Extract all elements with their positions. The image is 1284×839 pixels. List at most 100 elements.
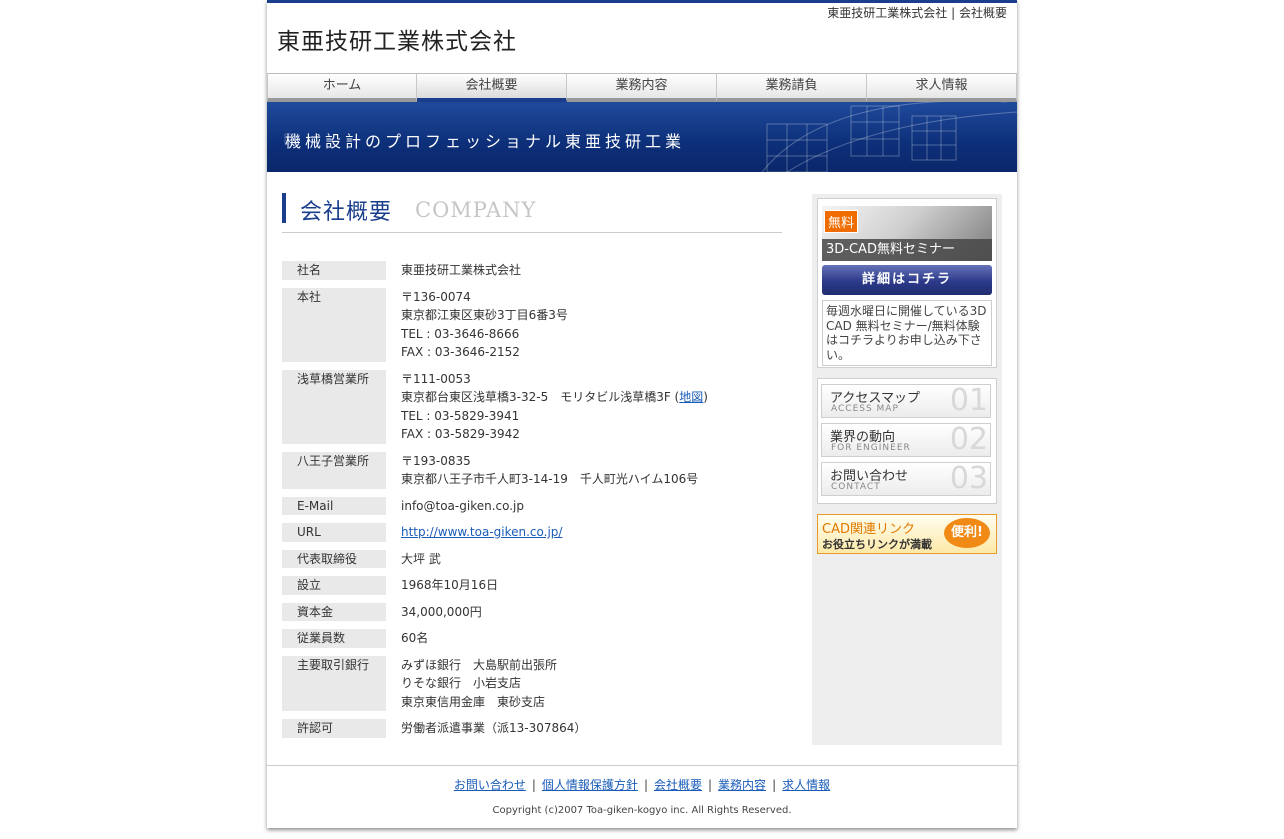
row-label: 資本金 [282, 602, 386, 621]
sidebar: 無料 3D-CAD無料セミナー 詳細はコチラ 毎週水曜日に開催している3D CA… [812, 194, 1002, 745]
row-value: みずほ銀行 大島駅前出張所 りそな銀行 小岩支店 東京東信用金庫 東砂支店 [386, 656, 782, 712]
menu-subtitle: CONTACT [831, 482, 881, 492]
footer-link-recruit[interactable]: 求人情報 [782, 778, 830, 792]
hq-zip: 〒136-0074 [401, 289, 471, 304]
top-link-company-name[interactable]: 東亜技研工業株式会社 [827, 6, 947, 20]
banner-tagline: 機械設計のプロフェッショナル東亜技研工業 [285, 132, 686, 151]
row-label: 本社 [282, 287, 386, 362]
asakusa-address: 東京都台東区浅草橋3-32-5 モリタビル浅草橋3F ( [401, 390, 680, 404]
hachioji-address: 東京都八王子市千人町3-14-19 千人町光ハイム106号 [401, 472, 699, 486]
hq-fax: FAX : 03-3646-2152 [401, 345, 520, 359]
nav-company[interactable]: 会社概要 [417, 73, 567, 102]
row-value: http://www.toa-giken.co.jp/ [386, 523, 782, 542]
top-links: 東亜技研工業株式会社 | 会社概要 [827, 4, 1007, 21]
row-value: 60名 [401, 631, 429, 645]
table-row: 社名 東亜技研工業株式会社 [282, 261, 782, 280]
footer-links: お問い合わせ | 個人情報保護方針 | 会社概要 | 業務内容 | 求人情報 [267, 776, 1017, 793]
table-row: E-Mail info@toa-giken.co.jp [282, 496, 782, 515]
menu-subtitle: ACCESS MAP [831, 404, 899, 414]
menu-subtitle: FOR ENGINEER [831, 443, 911, 453]
asakusa-zip: 〒111-0053 [401, 371, 471, 386]
page-container: 東亜技研工業株式会社 東亜技研工業株式会社 | 会社概要 ホーム 会社概要 業務… [267, 0, 1017, 828]
copyright: Copyright (c)2007 Toa-giken-kogyo inc. A… [492, 805, 792, 816]
row-value: 労働者派遣事業（派13-307864） [401, 721, 587, 735]
footer-link-services[interactable]: 業務内容 [718, 778, 766, 792]
nav-home[interactable]: ホーム [267, 73, 417, 102]
bank-2: りそな銀行 小岩支店 [401, 676, 522, 690]
bank-3: 東京東信用金庫 東砂支店 [401, 694, 546, 709]
seminar-detail-button[interactable]: 詳細はコチラ [822, 265, 992, 295]
footer-separator: | [708, 778, 713, 792]
row-label: 代表取締役 [282, 549, 386, 568]
heading-title: 会社概要 [300, 200, 393, 225]
seminar-note: 毎週水曜日に開催している3D CAD 無料セミナー/無料体験はコチラよりお申し込… [822, 300, 992, 366]
asakusa-fax: FAX : 03-5829-3942 [401, 427, 520, 441]
seminar-box: 無料 3D-CAD無料セミナー 詳細はコチラ 毎週水曜日に開催している3D CA… [817, 198, 997, 368]
email-value: info@toa-giken.co.jp [401, 498, 525, 513]
free-badge: 無料 [824, 210, 859, 233]
side-menu-contact[interactable]: お問い合わせ CONTACT 03 [821, 461, 991, 496]
table-row: 許認可 労働者派遣事業（派13-307864） [282, 719, 782, 738]
cad-links-subtitle: お役立ちリンクが満載 [822, 538, 932, 551]
side-menu-access-map[interactable]: アクセスマップ ACCESS MAP 01 [821, 383, 991, 418]
footer-separator: | [772, 778, 777, 792]
nav-contracting[interactable]: 業務請負 [717, 73, 867, 102]
site-title: 東亜技研工業株式会社 [277, 29, 517, 55]
cad-links-banner[interactable]: CAD関連リンク お役立ちリンクが満載 便利! [817, 514, 997, 554]
footer-separator: | [531, 778, 536, 792]
heading-accent-bar [282, 193, 286, 223]
row-label: 浅草橋営業所 [282, 369, 386, 444]
row-value: 東亜技研工業株式会社 [401, 263, 522, 277]
menu-number: 01 [949, 383, 988, 418]
row-label: URL [282, 523, 386, 542]
main-content: 会社概要 COMPANY 社名 東亜技研工業株式会社 本社 〒136-0074 … [282, 190, 782, 746]
row-value: 〒136-0074 東京都江東区東砂3丁目6番3号 TEL : 03-3646-… [386, 288, 782, 362]
table-row: 資本金 34,000,000円 [282, 602, 782, 621]
top-link-company-overview[interactable]: 会社概要 [959, 6, 1007, 20]
row-label: 従業員数 [282, 629, 386, 648]
side-menu-box: アクセスマップ ACCESS MAP 01 業界の動向 FOR ENGINEER… [817, 378, 997, 504]
cad-links-badge: 便利! [944, 518, 990, 548]
section-heading: 会社概要 COMPANY [282, 190, 782, 233]
row-label: 社名 [282, 261, 386, 280]
row-value: 〒111-0053 東京都台東区浅草橋3-32-5 モリタビル浅草橋3F (地図… [386, 370, 782, 444]
top-accent-line [267, 0, 1017, 3]
footer-link-company[interactable]: 会社概要 [654, 778, 702, 792]
main-nav: ホーム 会社概要 業務内容 業務請負 求人情報 [267, 73, 1017, 102]
row-value: 大坪 武 [401, 551, 441, 566]
footer-divider [267, 765, 1017, 766]
website-link[interactable]: http://www.toa-giken.co.jp/ [401, 525, 562, 539]
heading-subtitle: COMPANY [415, 198, 537, 222]
table-row: 設立 1968年10月16日 [282, 576, 782, 595]
hq-address: 東京都江東区東砂3丁目6番3号 [401, 308, 568, 322]
row-value: 34,000,000円 [401, 604, 482, 619]
footer-separator: | [643, 778, 648, 792]
footer-link-contact[interactable]: お問い合わせ [454, 778, 526, 792]
side-menu-industry-trends[interactable]: 業界の動向 FOR ENGINEER 02 [821, 422, 991, 457]
cad-links-title: CAD関連リンク [822, 522, 915, 537]
table-row: 代表取締役 大坪 武 [282, 549, 782, 568]
asakusa-address-line: 東京都台東区浅草橋3-32-5 モリタビル浅草橋3F (地図) [401, 388, 782, 407]
nav-recruit[interactable]: 求人情報 [867, 73, 1017, 102]
menu-number: 03 [949, 461, 988, 496]
row-label: 許認可 [282, 719, 386, 738]
hachioji-zip: 〒193-0835 [401, 453, 471, 468]
hq-tel: TEL : 03-3646-8666 [401, 326, 520, 341]
table-row: URL http://www.toa-giken.co.jp/ [282, 523, 782, 542]
row-label: 主要取引銀行 [282, 655, 386, 711]
top-link-separator: | [951, 6, 956, 20]
row-value: 1968年10月16日 [401, 578, 499, 592]
seminar-title: 3D-CAD無料セミナー [822, 239, 992, 261]
asakusa-tel: TEL : 03-5829-3941 [401, 408, 520, 423]
nav-services[interactable]: 業務内容 [567, 73, 717, 102]
map-link[interactable]: 地図 [679, 390, 703, 404]
row-label: E-Mail [282, 496, 386, 515]
row-label: 八王子営業所 [282, 451, 386, 489]
header-banner: 機械設計のプロフェッショナル東亜技研工業 [267, 102, 1017, 172]
row-value: 〒193-0835 東京都八王子市千人町3-14-19 千人町光ハイム106号 [386, 452, 782, 489]
seminar-banner[interactable]: 無料 3D-CAD無料セミナー [822, 206, 992, 261]
bank-1: みずほ銀行 大島駅前出張所 [401, 657, 558, 672]
company-info-table: 社名 東亜技研工業株式会社 本社 〒136-0074 東京都江東区東砂3丁目6番… [282, 253, 782, 746]
row-label: 設立 [282, 576, 386, 595]
footer-link-privacy[interactable]: 個人情報保護方針 [542, 778, 638, 792]
